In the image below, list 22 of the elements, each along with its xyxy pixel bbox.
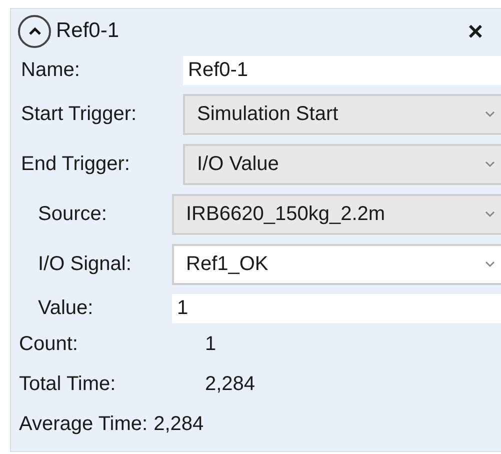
field-label: End Trigger: (20, 152, 131, 177)
field-label: Value: (37, 296, 94, 321)
dropdown[interactable]: Simulation Start (183, 94, 501, 134)
dropdown[interactable]: I/O Value (183, 144, 501, 184)
stat-label: Count: (19, 332, 79, 357)
chevron-up-icon (28, 26, 42, 36)
text-field[interactable]: 1 (172, 294, 501, 322)
dropdown[interactable]: IRB6620_150kg_2.2m (172, 194, 501, 234)
text-field[interactable]: Ref0-1 (183, 56, 501, 84)
stat-value: 2,284 (154, 412, 204, 437)
panel-title: Ref0-1 (56, 18, 120, 44)
stat-value: 2,284 (205, 372, 256, 397)
field-label: I/O Signal: (37, 252, 132, 277)
field-label: Start Trigger: (20, 102, 138, 127)
collapse-button[interactable] (18, 14, 51, 48)
stat-label: Average Time: (19, 412, 148, 437)
field-label: Source: (37, 202, 108, 227)
close-button[interactable]: × (468, 18, 483, 44)
stat-value: 1 (205, 332, 216, 357)
stat-label: Total Time: (19, 372, 117, 397)
field-label: Name: (20, 58, 81, 83)
combo-box[interactable]: Ref1_OK (172, 244, 501, 284)
